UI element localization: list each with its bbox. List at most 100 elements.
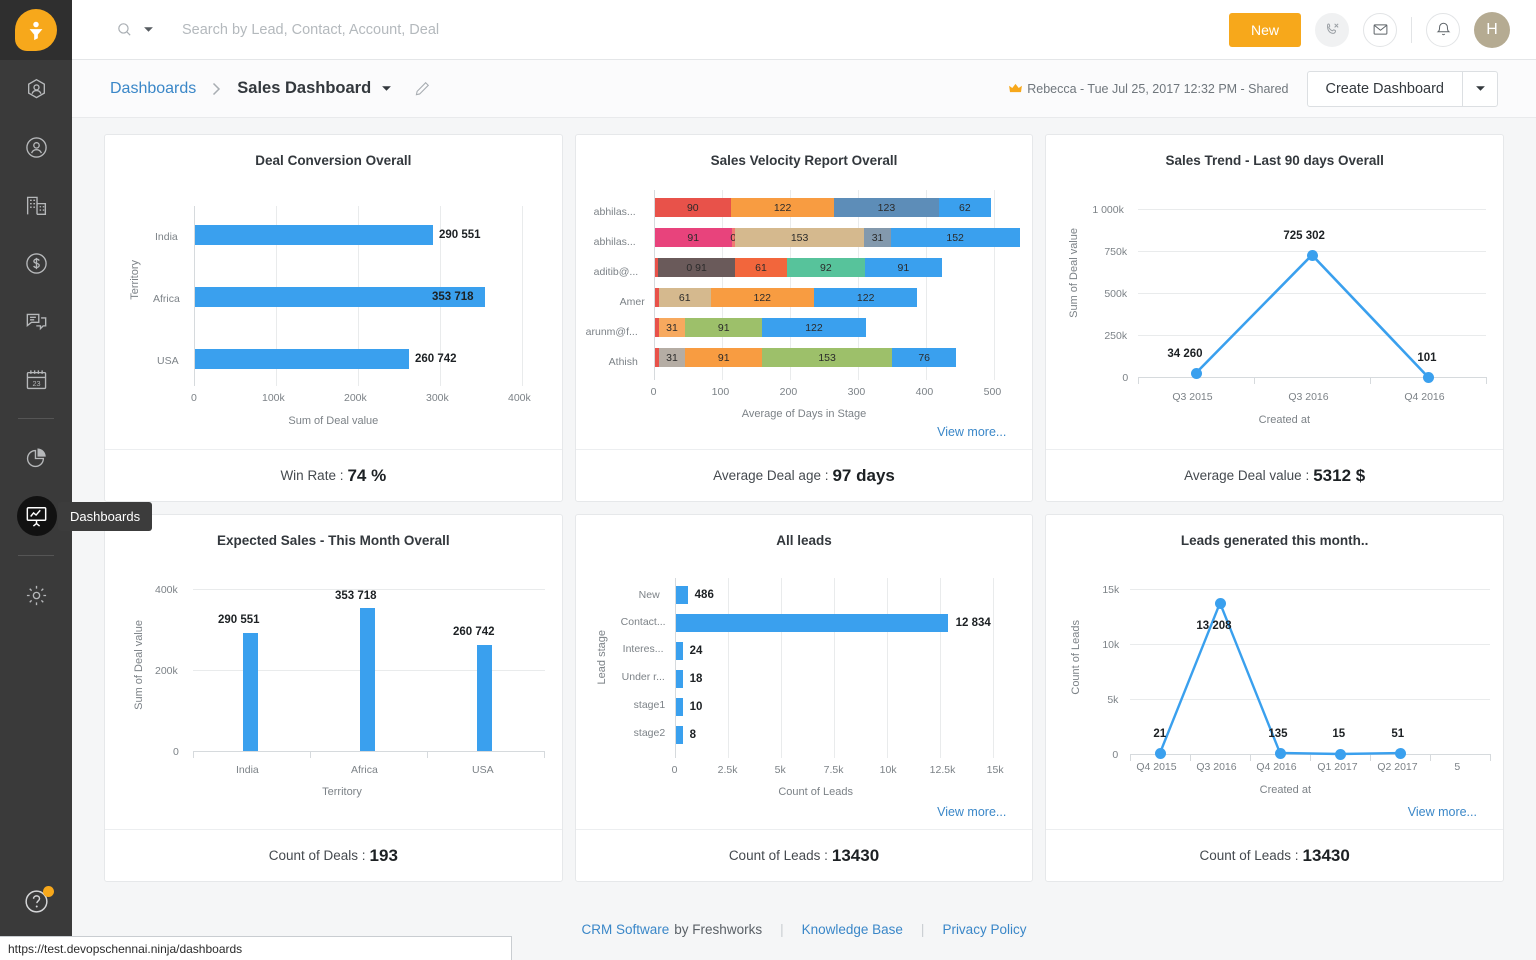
segment-label: 91 (718, 322, 730, 334)
card-sales-trend: Sales Trend - Last 90 days Overall Sum o… (1045, 134, 1504, 502)
segment-label: 153 (791, 232, 809, 244)
knowledge-base-link[interactable]: Knowledge Base (802, 922, 903, 937)
new-button[interactable]: New (1229, 13, 1301, 47)
crm-software-link[interactable]: CRM Software (582, 922, 670, 937)
footer-value: 13430 (832, 846, 879, 866)
bar[interactable] (676, 586, 688, 604)
global-search[interactable] (116, 21, 1229, 38)
envelope-icon (1372, 21, 1389, 38)
bar-label: 290 551 (218, 614, 260, 626)
card-body: Deal Conversion Overall Territory India … (105, 135, 562, 449)
bar[interactable] (195, 349, 409, 369)
bell-icon (1435, 21, 1452, 38)
stacked-bar-segment[interactable]: 91 (685, 318, 762, 337)
card-footer: Count of Deals : 193 (105, 829, 562, 881)
app-logo[interactable] (0, 0, 72, 60)
chevron-down-icon[interactable] (143, 24, 154, 35)
view-more-link[interactable]: View more... (937, 425, 1006, 439)
sidebar-item-calendar[interactable]: 23 (0, 350, 72, 408)
sidebar-item-dashboards[interactable]: Dashboards (0, 487, 72, 545)
privacy-policy-link[interactable]: Privacy Policy (942, 922, 1026, 937)
bar[interactable] (676, 642, 683, 660)
stacked-bar-segment[interactable]: 61 (735, 258, 787, 277)
stacked-bar-segment[interactable]: 0 91 (658, 258, 735, 277)
bar[interactable] (676, 698, 683, 716)
sidebar-item-conversations[interactable] (0, 292, 72, 350)
dashboard-app: 23 Dashboards (0, 0, 1536, 960)
stacked-bar-segment[interactable]: 90 (655, 198, 731, 217)
point-label: 34 260 (1167, 348, 1202, 360)
sidebar-item-deals[interactable] (0, 234, 72, 292)
stacked-bar-segment[interactable]: 122 (711, 288, 814, 307)
dashboard-meta: Rebecca - Tue Jul 25, 2017 12:32 PM - Sh… (1009, 82, 1288, 96)
stacked-bar-segment[interactable]: 76 (892, 348, 956, 367)
stacked-bar-segment[interactable]: 61 (659, 288, 711, 307)
gridline (940, 578, 941, 758)
footer-value: 5312 $ (1313, 466, 1365, 486)
sidebar-item-accounts[interactable] (0, 176, 72, 234)
segment-label: 90 (687, 202, 699, 214)
footer-value: 97 days (832, 466, 894, 486)
stacked-bar-segment[interactable]: 152 (891, 228, 1020, 247)
bar[interactable] (360, 608, 375, 751)
stacked-bar-segment[interactable]: 91 (865, 258, 942, 277)
help-button[interactable] (0, 888, 72, 915)
footer-value: 13430 (1303, 846, 1350, 866)
view-more-link[interactable]: View more... (1408, 805, 1477, 819)
stacked-bar-segment[interactable]: 62 (939, 198, 992, 217)
caret-down-icon[interactable] (381, 83, 392, 94)
segment-label: 122 (774, 202, 792, 214)
create-dashboard-button[interactable]: Create Dashboard (1307, 71, 1499, 107)
stacked-bar-segment[interactable]: 31 (659, 318, 685, 337)
stacked-bar-segment[interactable]: 122 (762, 318, 865, 337)
stacked-bar-segment[interactable]: 153 (735, 228, 865, 247)
bar[interactable] (676, 670, 683, 688)
caret-down-icon (1475, 83, 1486, 94)
bar[interactable] (195, 225, 433, 245)
bar[interactable] (243, 633, 258, 751)
stacked-bar-segment[interactable]: 91 (655, 228, 732, 247)
bar-label: 260 742 (415, 353, 457, 365)
gear-icon (24, 583, 49, 608)
card-all-leads: All leads Lead stage New Contact... Inte… (575, 514, 1034, 882)
bar[interactable] (477, 645, 492, 751)
stacked-bar-segment[interactable]: 91 (685, 348, 762, 367)
x-tick: Q1 2017 (1317, 761, 1357, 773)
stacked-bar-segment[interactable]: 31 (864, 228, 890, 247)
calendar-23-icon: 23 (24, 367, 49, 392)
svg-text:23: 23 (32, 378, 40, 387)
pencil-icon[interactable] (414, 80, 431, 97)
stacked-bar-segment[interactable]: 123 (834, 198, 938, 217)
notifications-button[interactable] (1426, 13, 1460, 47)
segment-label: 152 (946, 232, 964, 244)
sidebar-item-settings[interactable] (0, 566, 72, 624)
x-tick: 15k (987, 764, 1004, 776)
stacked-bar-segment[interactable]: 31 (659, 348, 685, 367)
stacked-bar-segment[interactable]: 153 (762, 348, 892, 367)
footer-separator: | (921, 922, 925, 937)
view-more-link[interactable]: View more... (937, 805, 1006, 819)
y-tick: 400k (155, 584, 178, 596)
tick-mark (193, 751, 194, 758)
breadcrumb-dashboards-link[interactable]: Dashboards (110, 80, 196, 98)
x-tick: 0 (651, 386, 657, 398)
card-body: Leads generated this month.. Count of Le… (1046, 515, 1503, 829)
sidebar-item-leads[interactable] (0, 60, 72, 118)
sidebar-item-reports[interactable] (0, 429, 72, 487)
stacked-bar-segment[interactable]: 122 (731, 198, 834, 217)
point-label: 135 (1268, 728, 1287, 740)
mail-button[interactable] (1363, 13, 1397, 47)
search-input[interactable] (182, 22, 602, 38)
stacked-bar-segment[interactable]: 92 (787, 258, 865, 277)
bar[interactable] (676, 726, 683, 744)
y-tick: 0 (173, 746, 179, 758)
sidebar-item-contacts[interactable] (0, 118, 72, 176)
chart-sales-trend: Sum of Deal value 1 000k 750k 500k 250k … (1046, 168, 1503, 440)
y-tick: aditib@... (594, 266, 639, 278)
bar[interactable] (676, 614, 948, 632)
create-dashboard-caret[interactable] (1463, 83, 1497, 94)
stacked-bar-segment[interactable]: 122 (814, 288, 917, 307)
phone-button[interactable] (1315, 13, 1349, 47)
avatar[interactable]: H (1474, 12, 1510, 48)
chart-title: All leads (576, 533, 1033, 548)
